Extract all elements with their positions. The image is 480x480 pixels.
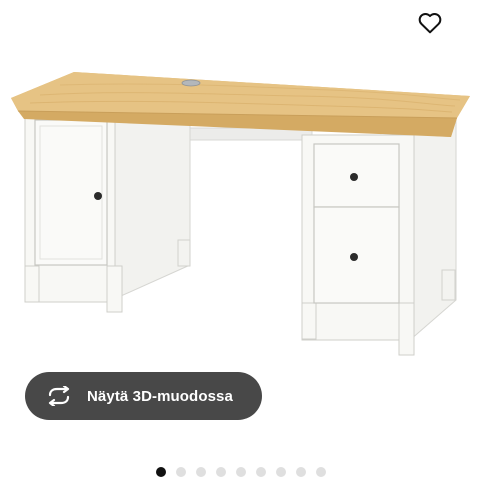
carousel-dot[interactable] <box>156 467 166 477</box>
carousel-dot[interactable] <box>176 467 186 477</box>
carousel-dot[interactable] <box>256 467 266 477</box>
carousel-dot[interactable] <box>216 467 226 477</box>
carousel-dot[interactable] <box>296 467 306 477</box>
view-3d-button[interactable]: Näytä 3D-muodossa <box>25 372 262 420</box>
heart-icon <box>418 12 442 34</box>
product-gallery: Näytä 3D-muodossa <box>0 0 480 480</box>
view-3d-label: Näytä 3D-muodossa <box>87 387 233 405</box>
carousel-dot[interactable] <box>276 467 286 477</box>
rotate-arrows-icon <box>45 385 75 407</box>
favourite-button[interactable] <box>412 5 448 41</box>
carousel-dot[interactable] <box>196 467 206 477</box>
carousel-dot[interactable] <box>316 467 326 477</box>
carousel-dots <box>0 467 480 479</box>
carousel-dot[interactable] <box>236 467 246 477</box>
